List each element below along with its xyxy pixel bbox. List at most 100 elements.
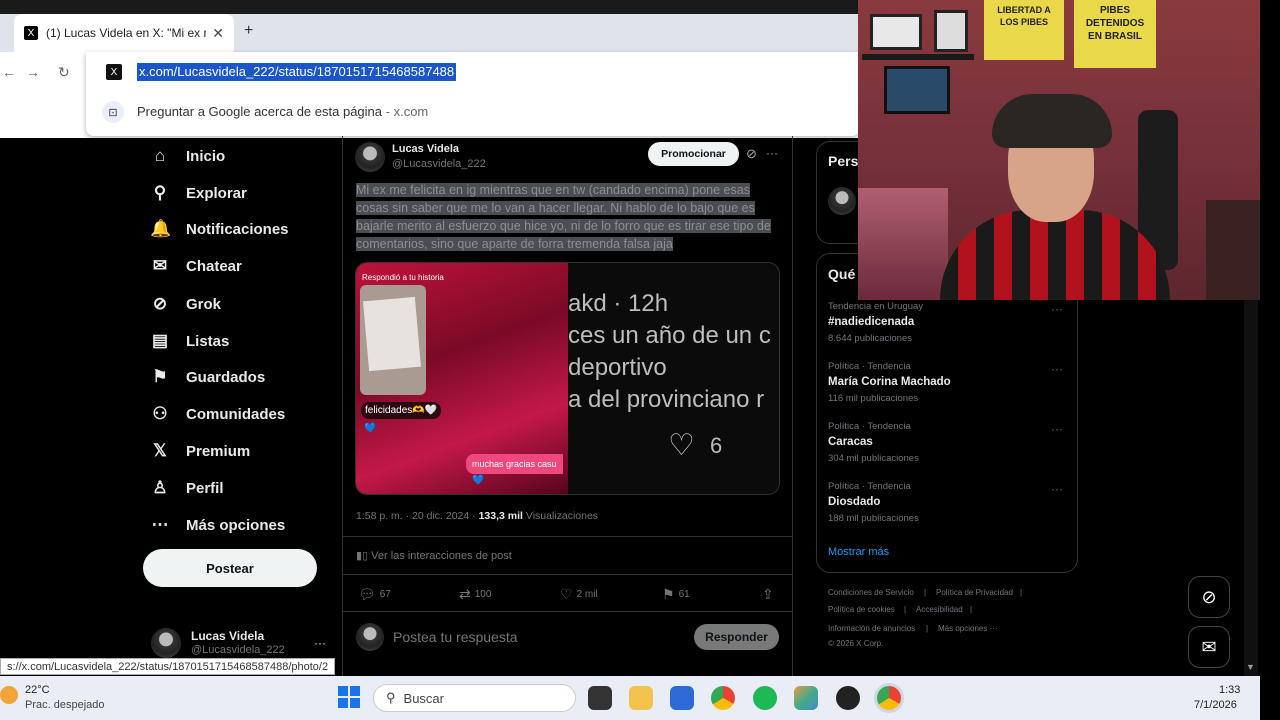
analytics-icon: ▮▯ (356, 550, 369, 562)
google-lens-icon: ⊡ (102, 101, 124, 123)
trend-more-icon[interactable]: ··· (1051, 362, 1063, 376)
like-count: 2 mil (576, 589, 598, 600)
account-avatar[interactable] (151, 628, 181, 658)
weather-sun-icon[interactable] (0, 686, 18, 704)
reply-count: 67 (379, 589, 391, 600)
page-scrollbar[interactable] (1244, 300, 1258, 676)
trend-name[interactable]: Diosdado (828, 496, 880, 508)
grok-icon[interactable]: ⊘ (746, 146, 757, 162)
who-to-follow-title: Pers (828, 153, 859, 169)
outlook-icon[interactable] (670, 686, 694, 710)
forward-icon[interactable]: → (26, 64, 40, 80)
sidebar-item-label: Inicio (186, 147, 226, 165)
footer-link[interactable]: Accesibilidad (916, 605, 963, 614)
sidebar-item-notificaciones[interactable]: 🔔 Notificaciones (150, 215, 289, 243)
sidebar-item-perfil[interactable]: ♙ Perfil (150, 474, 224, 502)
sidebar-item-comunidades[interactable]: ⚇ Comunidades (150, 400, 285, 428)
omnibox-suggestion[interactable]: Preguntar a Google acerca de esta página… (137, 104, 428, 119)
trend-name[interactable]: María Corina Machado (828, 376, 951, 388)
trend-name[interactable]: #nadiedicenada (828, 316, 914, 328)
trend-more-icon[interactable]: ··· (1051, 482, 1063, 496)
tab-close-icon[interactable]: ✕ (212, 25, 224, 42)
retweet-icon: ⇄ (459, 586, 471, 602)
reload-icon[interactable]: ↻ (58, 64, 70, 81)
sidebar-item-m-s-opciones[interactable]: ⋯ Más opciones (150, 511, 286, 539)
reply-action[interactable]: 💬︎ 67 (358, 586, 391, 603)
tweet-media[interactable]: Respondió a tu historia felicidades🫶🤍 💙 … (355, 262, 780, 495)
windows-start-icon[interactable] (338, 686, 360, 708)
footer-link[interactable]: Política de Privacidad (936, 588, 1013, 597)
sidebar-item-premium[interactable]: 𝕏 Premium (150, 437, 250, 465)
scroll-down-icon[interactable]: ▼ (1246, 662, 1255, 672)
bookmark-action[interactable]: ⚑ 61 (662, 586, 690, 603)
footer-separator: | (970, 605, 973, 614)
view-interactions-link[interactable]: ▮▯ Ver las interacciones de post (356, 549, 512, 562)
like-action[interactable]: ♡ 2 mil (560, 586, 598, 603)
sidebar-item-inicio[interactable]: ⌂ Inicio (150, 142, 225, 170)
weather-desc[interactable]: Prac. despejado (25, 699, 105, 711)
messages-fab-icon[interactable]: ✉ (1188, 626, 1230, 668)
clock-date[interactable]: 7/1/2026 (1194, 699, 1237, 711)
media-like-count: 6 (710, 433, 723, 458)
tweet-author-handle[interactable]: @Lucasvidela_222 (392, 158, 486, 170)
sidebar-item-label: Perfil (186, 479, 224, 497)
footer-link[interactable]: Información de anuncios (828, 624, 915, 633)
sidebar-item-label: Premium (186, 442, 251, 460)
sidebar-item-explorar[interactable]: ⚲ Explorar (150, 179, 247, 207)
wall-frame (870, 14, 922, 50)
person-icon: ♙ (152, 478, 168, 497)
sidebar-item-chatear[interactable]: ✉ Chatear (150, 252, 242, 280)
task-view-icon[interactable] (588, 686, 612, 710)
sidebar-item-guardados[interactable]: ⚑ Guardados (150, 363, 265, 391)
file-explorer-icon[interactable] (629, 686, 653, 710)
post-button[interactable]: Postear (143, 549, 317, 587)
clock-time[interactable]: 1:33 (1219, 684, 1240, 696)
reply-icon: 💬︎ (358, 586, 376, 602)
footer-separator: | (924, 588, 927, 597)
footer-more-link[interactable]: Más opciones ··· (938, 624, 998, 633)
suggested-avatar[interactable] (828, 187, 856, 215)
back-icon[interactable]: ← (2, 64, 16, 80)
tweet-author-avatar[interactable] (355, 142, 385, 172)
trend-more-icon[interactable]: ··· (1051, 422, 1063, 436)
browser-tab[interactable]: X (1) Lucas Videla en X: "Mi ex me ✕ (14, 14, 234, 52)
spotify-icon[interactable] (753, 686, 777, 710)
bookmark-icon: ⚑ (152, 367, 168, 386)
address-bar-input[interactable]: x.com/Lucasvidela_222/status/18701517154… (137, 63, 457, 81)
media-image-left[interactable]: Respondió a tu historia felicidades🫶🤍 💙 … (356, 263, 568, 494)
reply-input[interactable]: Postea tu respuesta (393, 629, 518, 645)
app-icon[interactable] (794, 686, 818, 710)
retweet-action[interactable]: ⇄ 100 (459, 586, 491, 603)
share-action[interactable]: ⇪ (762, 586, 774, 603)
media-image-right[interactable]: akd · 12h ces un año de un c deportivo a… (568, 263, 779, 494)
sidebar-item-listas[interactable]: ▤ Listas (150, 327, 229, 355)
bookmark-icon: ⚑ (662, 586, 675, 602)
sidebar-item-grok[interactable]: ⊘ Grok (150, 290, 221, 318)
chrome-active-icon[interactable] (877, 686, 901, 710)
tweet-author-name[interactable]: Lucas Videla (392, 143, 459, 155)
weather-temp[interactable]: 22°C (25, 684, 50, 696)
trend-category: Política · Tendencia (828, 361, 911, 372)
wall-shelf (862, 54, 974, 60)
trend-more-icon[interactable]: ··· (1051, 302, 1063, 316)
taskbar-search-placeholder: Buscar (403, 690, 444, 706)
account-more-icon[interactable]: ··· (314, 636, 326, 650)
new-tab-icon[interactable]: + (244, 22, 253, 40)
footer-link[interactable]: Condiciones de Servicio (828, 588, 914, 597)
show-more-link[interactable]: Mostrar más (828, 546, 889, 558)
bed-blanket (858, 188, 948, 300)
tweet-time[interactable]: 1:58 p. m. · 20 dic. 2024 · (356, 510, 476, 522)
trend-name[interactable]: Caracas (828, 436, 873, 448)
app-icon[interactable] (836, 686, 860, 710)
x-favicon-icon: X (24, 26, 38, 40)
tweet-more-icon[interactable]: ··· (766, 146, 778, 160)
divider (342, 611, 792, 612)
sidebar-item-label: Más opciones (186, 516, 286, 534)
promote-button[interactable]: Promocionar (648, 142, 739, 166)
taskbar-search[interactable]: ⚲ Buscar (373, 684, 576, 712)
story-reply-label: Respondió a tu historia (362, 273, 444, 282)
footer-link[interactable]: Política de cookies (828, 605, 895, 614)
grok-fab-icon[interactable]: ⊘ (1188, 576, 1230, 618)
chrome-icon[interactable] (711, 686, 735, 710)
reply-button[interactable]: Responder (694, 624, 779, 650)
